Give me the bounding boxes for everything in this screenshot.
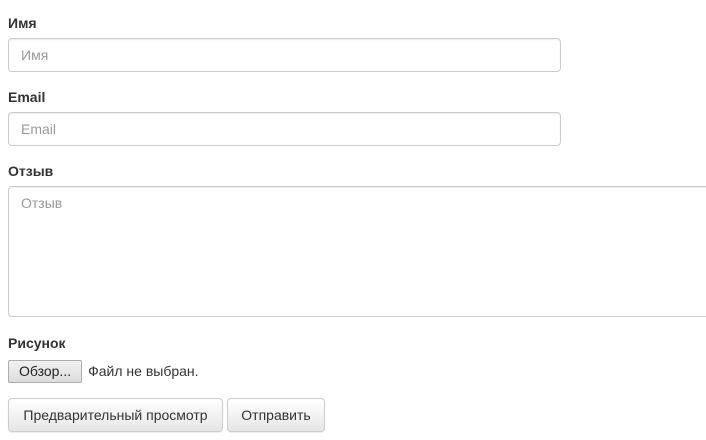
email-input[interactable] (8, 112, 561, 146)
name-label: Имя (8, 15, 37, 31)
submit-button[interactable]: Отправить (227, 398, 325, 432)
browse-button[interactable]: Обзор... (8, 359, 83, 383)
name-input[interactable] (8, 38, 561, 72)
review-label: Отзыв (8, 163, 54, 179)
image-label: Рисунок (8, 335, 66, 351)
review-textarea[interactable] (8, 186, 706, 317)
preview-button[interactable]: Предварительный просмотр (8, 398, 223, 432)
file-status: Файл не выбран. (88, 363, 199, 379)
review-form: Имя Email Отзыв Рисунок Обзор... Файл не… (0, 0, 706, 440)
email-label: Email (8, 89, 46, 105)
file-picker: Обзор... Файл не выбран. (8, 359, 199, 383)
